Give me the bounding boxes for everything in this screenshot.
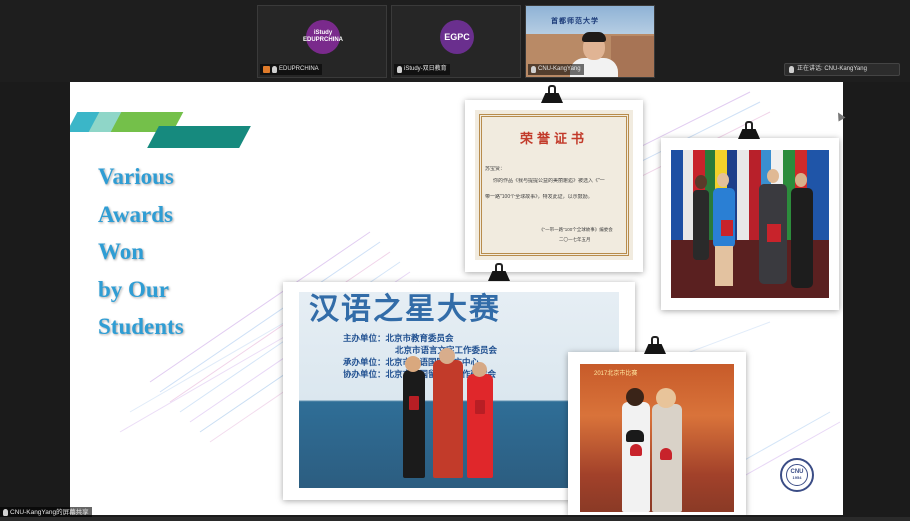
certificate-footer: 《"一带一路"100个全球故事》编委会 bbox=[539, 227, 613, 232]
participant-name: EDUPRCHINA bbox=[260, 64, 322, 75]
certificate-date: 二〇一七年五月 bbox=[559, 237, 591, 242]
award-winner-3 bbox=[622, 402, 650, 512]
mic-icon bbox=[272, 66, 277, 73]
participant-name-label: iStudy-双日教育 bbox=[404, 66, 447, 72]
certificate-text: 苏宝贤： bbox=[485, 166, 506, 172]
stage-organizer-text: 主办单位：北京市教育委员会 bbox=[343, 333, 454, 343]
stage-caption: 2017北京市比赛 bbox=[594, 371, 638, 377]
honor-certificate: 荣誉证书 苏宝贤： 你的作品《我与提提公益的美丽邂逅》被选入《"一 带一路"10… bbox=[475, 110, 633, 260]
ceremony-photo bbox=[661, 138, 839, 310]
speaking-indicator[interactable]: 正在讲话: CNU-KangYang bbox=[784, 63, 900, 76]
participant-name-label: EDUPRCHINA bbox=[279, 66, 319, 72]
participant-name: CNU-KangYang bbox=[528, 64, 584, 75]
binder-clip-icon bbox=[541, 85, 563, 105]
stage-banner-title: 汉语之星大赛 bbox=[309, 292, 501, 327]
certificate-text: 带一路"100个全球故事》，特发此证，以示鼓励。 bbox=[485, 194, 593, 200]
presenter bbox=[433, 360, 463, 478]
flags-ceremony-image bbox=[671, 150, 829, 298]
speaker-icon bbox=[789, 66, 794, 73]
university-seal-icon: CNU 1954 bbox=[780, 458, 814, 492]
seal-year: 1954 bbox=[792, 475, 802, 480]
bottom-bar bbox=[0, 517, 910, 521]
title-line: by Our bbox=[98, 276, 169, 302]
avatar-icon bbox=[263, 66, 270, 73]
title-line: Various bbox=[98, 164, 174, 189]
participant-strip: iStudy EDUPRCHINA EDUPRCHINA EGPC iStudy… bbox=[0, 0, 910, 82]
certificate-text: 你的作品《我与提提公益的美丽邂逅》被选入《"一 bbox=[493, 178, 605, 184]
slide-title: Various Awards Won by Our Students bbox=[98, 158, 268, 346]
accent-stripe bbox=[147, 126, 251, 148]
mic-icon bbox=[397, 66, 402, 73]
speaking-text: 正在讲话: CNU-KangYang bbox=[797, 66, 867, 72]
participant-tile-edupr[interactable]: iStudy EDUPRCHINA EDUPRCHINA bbox=[257, 5, 387, 78]
binder-clip-icon bbox=[644, 336, 666, 356]
participant-name-label: CNU-KangYang bbox=[538, 66, 581, 72]
certificate-photo: 荣誉证书 苏宝贤： 你的作品《我与提提公益的美丽邂逅》被选入《"一 带一路"10… bbox=[465, 100, 643, 272]
binder-clip-icon bbox=[738, 121, 760, 141]
egpc-logo: EGPC bbox=[440, 20, 474, 54]
university-banner: 首都师范大学 bbox=[551, 18, 599, 25]
participant-tile-istudy[interactable]: EGPC iStudy-双日教育 bbox=[391, 5, 521, 78]
award-ceremony-photo: 2017北京市比赛 bbox=[568, 352, 746, 515]
title-line: Won bbox=[98, 239, 145, 264]
award-winner-1 bbox=[403, 370, 425, 478]
participant-tile-cnu[interactable]: 首都师范大学 CNU-KangYang bbox=[525, 5, 655, 78]
certificate-title: 荣誉证书 bbox=[519, 132, 588, 147]
title-line: Students bbox=[98, 314, 184, 339]
mic-icon bbox=[531, 66, 536, 73]
edupr-logo: iStudy EDUPRCHINA bbox=[303, 20, 343, 54]
binder-clip-icon bbox=[488, 263, 510, 283]
award-winner-2 bbox=[467, 374, 493, 478]
shared-slide: Various Awards Won by Our Students 荣誉证书 … bbox=[70, 82, 843, 515]
title-line: Awards bbox=[98, 201, 173, 227]
participant-name: iStudy-双日教育 bbox=[394, 64, 450, 75]
meeting-window: iStudy EDUPRCHINA EDUPRCHINA EGPC iStudy… bbox=[0, 0, 910, 521]
mic-icon bbox=[3, 509, 8, 516]
